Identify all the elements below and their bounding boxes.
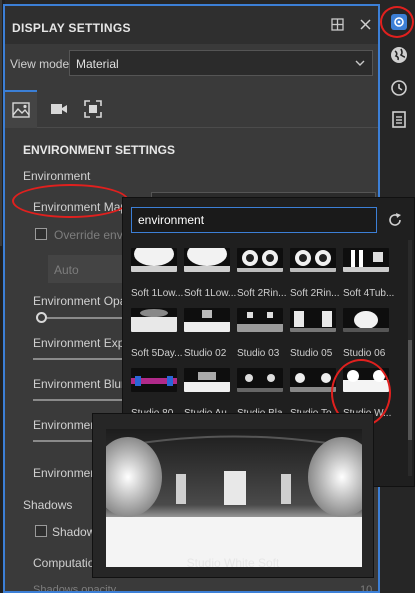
annotation-circle-settings-icon — [380, 6, 414, 38]
environment-thumbnail-label: Soft 2Rin... — [290, 288, 340, 299]
environment-thumbnail-image — [290, 308, 336, 332]
environment-thumbnail-image — [184, 368, 230, 392]
environment-thumbnail-image — [131, 308, 177, 332]
frame-icon — [84, 100, 102, 118]
auto-label: Auto — [54, 263, 79, 277]
clipboard-icon[interactable] — [389, 109, 409, 129]
refresh-icon[interactable] — [385, 210, 405, 230]
view-mode-value: Material — [76, 57, 119, 71]
opacity-label: Environment Opac — [33, 294, 133, 308]
search-field[interactable] — [131, 207, 377, 233]
picker-scroll-thumb[interactable] — [408, 340, 412, 440]
environment-thumbnail-label: Soft 1Low... — [184, 288, 237, 299]
chevron-down-icon — [354, 57, 366, 72]
environment-thumbnail-label: Studio 06 — [343, 348, 386, 359]
environment-thumbnail-label: Soft 1Low... — [131, 288, 184, 299]
view-mode-label: View mode — [10, 57, 70, 71]
shadows-opacity-label: Shadows opacity — [33, 584, 117, 593]
left-edge-line — [0, 0, 2, 246]
exposure-slider-track[interactable] — [33, 358, 128, 360]
override-label: Override envir — [54, 228, 130, 242]
view-mode-select[interactable]: Material — [69, 50, 373, 76]
environment-thumbnail-image — [290, 368, 336, 392]
environment-slider-track-2[interactable] — [33, 440, 95, 442]
blur-label: Environment Blur — [33, 377, 126, 391]
tab-frame[interactable] — [77, 90, 109, 128]
environment-thumbnail-label: Soft 5Day... — [131, 348, 183, 359]
environment-preview-image — [106, 429, 362, 567]
environment-thumbnail-image — [184, 248, 230, 272]
picker-scrollbar[interactable] — [408, 240, 412, 476]
environment-thumbnail-label: Studio 05 — [290, 348, 333, 359]
landscape-icon — [12, 102, 30, 118]
environment-preview-tooltip: Studio White Soft — [92, 413, 374, 578]
shadows-checkbox[interactable] — [35, 525, 47, 537]
override-checkbox[interactable] — [35, 228, 47, 240]
dock-icon[interactable] — [329, 16, 347, 34]
environment-label-3: Environment — [33, 466, 101, 480]
environment-thumbnail-image — [237, 308, 283, 332]
environment-thumbnail-image — [131, 248, 177, 272]
tab-camera[interactable] — [43, 90, 75, 128]
shadows-heading: Shadows — [23, 498, 73, 512]
environment-label: Environment — [23, 169, 91, 183]
environment-thumbnail-image — [237, 248, 283, 272]
environment-thumbnail-label: Studio 02 — [184, 348, 227, 359]
environment-thumbnail-label: Soft 4Tub... — [343, 288, 395, 299]
shadows-opacity-value: 10 — [360, 584, 373, 593]
environment-thumbnail-image — [343, 308, 389, 332]
opacity-slider-knob[interactable] — [36, 312, 47, 323]
environment-thumbnail-label: Studio 03 — [237, 348, 280, 359]
tab-environment[interactable] — [5, 90, 37, 128]
settings-tabs — [5, 90, 378, 128]
environment-thumbnail-image — [237, 368, 283, 392]
environment-label-2: Environment — [33, 418, 101, 432]
computation-label: Computation — [33, 556, 102, 570]
environment-thumbnail-image — [131, 368, 177, 392]
preview-caption: Studio White Soft — [186, 556, 280, 570]
environment-thumbnail-image — [184, 308, 230, 332]
globe-icon[interactable] — [389, 45, 409, 65]
environment-thumbnail-label: Soft 2Rin... — [237, 288, 287, 299]
panel-header: DISPLAY SETTINGS — [5, 6, 378, 44]
section-title: ENVIRONMENT SETTINGS — [23, 143, 176, 157]
annotation-circle-environment-map — [12, 184, 129, 218]
camera-icon — [51, 104, 67, 114]
search-input[interactable] — [138, 211, 368, 229]
close-icon[interactable] — [357, 16, 375, 34]
blur-slider-track[interactable] — [33, 399, 128, 401]
panel-title: DISPLAY SETTINGS — [12, 21, 131, 35]
history-icon[interactable] — [389, 78, 409, 98]
environment-thumbnail-image — [290, 248, 336, 272]
environment-thumbnail-image — [343, 248, 389, 272]
